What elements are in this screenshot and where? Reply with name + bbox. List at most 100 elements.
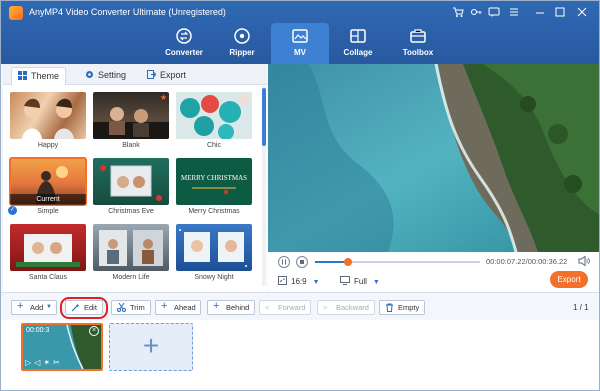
play-icon[interactable]: ▷ xyxy=(25,358,34,367)
current-badge: Current xyxy=(10,194,86,205)
ripper-icon xyxy=(234,28,250,44)
subtab-theme-label: Theme xyxy=(31,71,60,81)
modern-life-thumbnail xyxy=(99,230,163,266)
forward-label: Forward xyxy=(278,303,306,312)
backward-label: Backward xyxy=(336,303,369,312)
key-icon[interactable] xyxy=(469,5,483,19)
view-mode-select[interactable]: Full ▼ xyxy=(340,276,380,286)
tab-converter[interactable]: Converter xyxy=(155,23,213,64)
clip-duration: 00:00:3 xyxy=(26,327,50,334)
maximize-icon[interactable] xyxy=(553,5,567,19)
ahead-label: Ahead xyxy=(174,303,196,312)
aspect-ratio-select[interactable]: 16:9 ▼ xyxy=(278,276,320,286)
video-preview[interactable] xyxy=(268,64,599,252)
tab-mv[interactable]: MV xyxy=(271,23,329,64)
ahead-button[interactable]: + Ahead xyxy=(155,300,201,315)
page-current: 1 xyxy=(573,303,578,312)
volume-icon[interactable] xyxy=(578,255,590,267)
behind-label: Behind xyxy=(226,303,250,312)
theme-snowy-night[interactable]: Snowy Night xyxy=(176,224,252,286)
backward-button[interactable]: > Backward xyxy=(317,300,375,315)
page-counter: 1 / 1 xyxy=(573,303,589,312)
converter-icon xyxy=(176,28,192,44)
pause-button[interactable] xyxy=(278,256,290,268)
happy-thumbnail xyxy=(22,98,74,139)
stop-button[interactable] xyxy=(296,256,308,268)
trash-icon xyxy=(386,303,393,312)
theme-grid: Happy ★ Blank Chic Current ✓ Simple Chri… xyxy=(3,86,261,292)
bracket-left-icon: < xyxy=(265,303,270,312)
gear-icon xyxy=(86,71,93,78)
behind-button[interactable]: + Behind xyxy=(207,300,255,315)
pause-icon xyxy=(282,259,286,265)
monitor-icon xyxy=(340,276,350,285)
theme-simple[interactable]: Current ✓ Simple xyxy=(8,157,87,220)
trim-button[interactable]: Trim xyxy=(111,300,151,315)
forward-button[interactable]: < Forward xyxy=(259,300,311,315)
view-mode-value: Full xyxy=(354,277,367,286)
theme-blank[interactable]: ★ Blank xyxy=(93,92,169,154)
export-icon xyxy=(147,70,156,79)
theme-chic[interactable]: Chic xyxy=(176,92,252,154)
close-icon[interactable] xyxy=(575,5,589,19)
volume-icon[interactable]: ◁ xyxy=(34,358,43,367)
scissors-icon[interactable]: ✂ xyxy=(53,358,63,367)
feedback-icon[interactable] xyxy=(487,5,501,19)
merry-christmas-thumb-text: MERRY CHRISTMAS xyxy=(181,174,247,182)
plus-icon: + xyxy=(142,330,160,361)
cart-icon[interactable] xyxy=(451,5,465,19)
collage-icon xyxy=(350,29,366,43)
santa-claus-thumbnail xyxy=(16,234,80,267)
tab-collage[interactable]: Collage xyxy=(329,23,387,64)
bracket-right-icon: > xyxy=(323,303,328,312)
subtab-setting[interactable]: Setting xyxy=(79,67,132,83)
theme-santa-claus-label: Santa Claus xyxy=(28,274,68,281)
christmas-eve-thumbnail xyxy=(100,165,162,201)
stop-icon xyxy=(300,260,304,264)
time-display: 00:00:07.22/00:00:36.22 xyxy=(486,257,568,266)
theme-modern-life[interactable]: Modern Life xyxy=(93,224,169,286)
sub-tab-bar: Theme Setting Export xyxy=(3,64,267,85)
magic-wand-icon[interactable]: ✶ xyxy=(43,358,53,367)
player-controls: 00:00:07.22/00:00:36.22 16:9 ▼ Full ▼ Expo… xyxy=(268,252,599,292)
export-button[interactable]: Export xyxy=(550,271,588,288)
edit-toolbar: + Add ▼ Edit Trim + Ahead + Behind < Forward … xyxy=(1,292,599,320)
subtab-export-label: Export xyxy=(160,70,187,80)
tab-mv-label: MV xyxy=(294,48,306,57)
left-panel: Theme Setting Export Happy ★ Blank Chic … xyxy=(3,64,267,292)
theme-happy[interactable]: Happy xyxy=(10,92,86,154)
aspect-ratio-icon xyxy=(278,276,287,285)
chic-thumbnail xyxy=(180,94,250,139)
theme-happy-label: Happy xyxy=(37,142,59,149)
add-button[interactable]: + Add ▼ xyxy=(11,300,57,315)
theme-blank-label: Blank xyxy=(122,142,140,149)
theme-santa-claus[interactable]: Santa Claus xyxy=(10,224,86,286)
clip-tools: ▷◁✶✂ xyxy=(25,358,63,367)
toolbox-icon xyxy=(410,29,426,43)
star-icon: ★ xyxy=(159,93,167,102)
minimize-icon[interactable] xyxy=(533,5,547,19)
tab-collage-label: Collage xyxy=(343,48,373,57)
theme-chic-label: Chic xyxy=(206,142,221,149)
clip-remove-icon[interactable]: × xyxy=(89,326,99,336)
timeline-clip[interactable]: 00:00:3 × ▷◁✶✂ xyxy=(21,323,103,371)
tab-toolbox[interactable]: Toolbox xyxy=(389,23,447,64)
app-logo-icon xyxy=(9,6,23,20)
theme-scrollbar[interactable] xyxy=(262,88,266,146)
tab-ripper[interactable]: Ripper xyxy=(213,23,271,64)
add-clip-placeholder[interactable]: + xyxy=(109,323,193,371)
theme-merry-christmas[interactable]: MERRY CHRISTMAS Merry Christmas xyxy=(176,158,252,220)
plus-icon: + xyxy=(17,300,24,312)
title-bar: AnyMP4 Video Converter Ultimate (Unregis… xyxy=(1,1,599,64)
subtab-theme[interactable]: Theme xyxy=(11,67,67,85)
app-window: AnyMP4 Video Converter Ultimate (Unregis… xyxy=(0,0,600,391)
subtab-export[interactable]: Export xyxy=(141,67,192,83)
menu-icon[interactable] xyxy=(507,5,521,19)
plus-icon: + xyxy=(213,300,220,312)
scissors-icon xyxy=(117,303,126,312)
progress-handle[interactable] xyxy=(344,258,352,266)
page-total: 1 xyxy=(584,303,589,312)
progress-bar[interactable] xyxy=(315,258,480,266)
empty-button[interactable]: Empty xyxy=(379,300,425,315)
theme-christmas-eve[interactable]: Christmas Eve xyxy=(93,158,169,220)
